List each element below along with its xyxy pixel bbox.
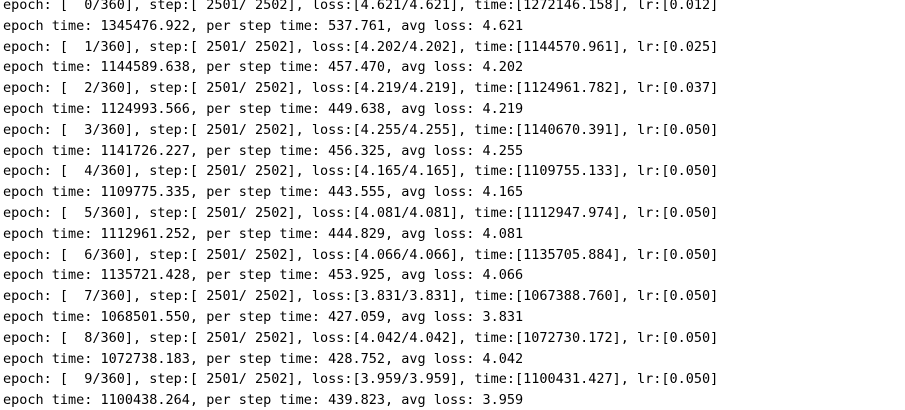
log-line-epoch-time-4: epoch time: 1109775.335, per step time: … xyxy=(3,184,524,201)
log-line-epoch-time-2: epoch time: 1124993.566, per step time: … xyxy=(3,100,524,117)
log-line-epoch-6: epoch: [ 6/360], step:[ 2501/ 2502], los… xyxy=(3,246,719,263)
log-line-epoch-time-6: epoch time: 1135721.428, per step time: … xyxy=(3,267,524,284)
log-line-epoch-7: epoch: [ 7/360], step:[ 2501/ 2502], los… xyxy=(3,288,719,305)
log-line-epoch-time-1: epoch time: 1144589.638, per step time: … xyxy=(3,59,524,76)
training-log: epoch: [ 0/360], step:[ 2501/ 2502], los… xyxy=(3,0,718,410)
log-line-epoch-time-0: epoch time: 1345476.922, per step time: … xyxy=(3,17,524,34)
log-line-epoch-time-8: epoch time: 1072738.183, per step time: … xyxy=(3,350,524,367)
log-line-epoch-2: epoch: [ 2/360], step:[ 2501/ 2502], los… xyxy=(3,80,719,97)
log-line-epoch-9: epoch: [ 9/360], step:[ 2501/ 2502], los… xyxy=(3,371,719,388)
log-line-epoch-time-9: epoch time: 1100438.264, per step time: … xyxy=(3,392,524,409)
log-line-epoch-4: epoch: [ 4/360], step:[ 2501/ 2502], los… xyxy=(3,163,719,180)
log-line-epoch-3: epoch: [ 3/360], step:[ 2501/ 2502], los… xyxy=(3,121,719,138)
log-line-epoch-8: epoch: [ 8/360], step:[ 2501/ 2502], los… xyxy=(3,329,719,346)
log-line-epoch-time-7: epoch time: 1068501.550, per step time: … xyxy=(3,308,524,325)
log-line-epoch-5: epoch: [ 5/360], step:[ 2501/ 2502], los… xyxy=(3,204,719,221)
log-line-epoch-1: epoch: [ 1/360], step:[ 2501/ 2502], los… xyxy=(3,38,719,55)
terminal-output: epoch: [ 0/360], step:[ 2501/ 2502], los… xyxy=(0,0,905,410)
log-line-epoch-0: epoch: [ 0/360], step:[ 2501/ 2502], los… xyxy=(3,0,719,13)
log-line-epoch-time-3: epoch time: 1141726.227, per step time: … xyxy=(3,142,524,159)
log-line-epoch-time-5: epoch time: 1112961.252, per step time: … xyxy=(3,225,524,242)
